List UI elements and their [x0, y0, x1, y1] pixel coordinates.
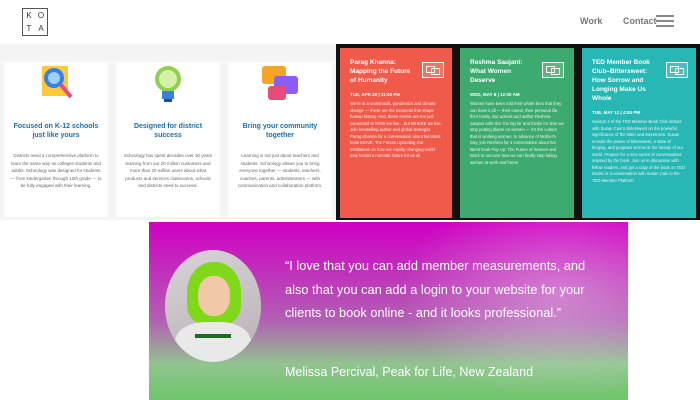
testimonial-avatar: [165, 250, 261, 362]
logo-letter-a: A: [38, 23, 44, 33]
logo-letter-t: T: [26, 23, 32, 33]
testimonial-author: Melissa Percival, Peak for Life, New Zea…: [285, 365, 534, 379]
logo-letter-o: O: [37, 10, 45, 20]
event-card-khanna[interactable]: Parag Khanna: Mapping the Future of Huma…: [340, 48, 452, 218]
page: K O T A Work Contact Focused on K-12 sch…: [0, 0, 700, 400]
event-body: Women have been told their whole lives t…: [470, 101, 564, 165]
event-card-saujani[interactable]: Reshma Saujani: What Women Deserve WED, …: [460, 48, 574, 218]
event-date: WED, MAY 6 | 12:00 AM: [470, 92, 520, 97]
event-body: Season 2 of the TED Member Book Club deb…: [592, 119, 686, 183]
group-video-icon: [666, 62, 688, 78]
feature-title: Focused on K-12 schools just like yours: [13, 123, 99, 139]
feature-card-k12: Focused on K-12 schools just like yours …: [4, 62, 108, 217]
video-chat-icon: [542, 62, 564, 78]
feature-card-district: Designed for district success Schoology …: [116, 62, 220, 217]
nav-contact-link[interactable]: Contact: [623, 16, 657, 26]
feature-body: Districts need a comprehensive platform …: [10, 153, 102, 188]
site-header: K O T A Work Contact: [0, 0, 700, 44]
lightbulb-icon: [155, 66, 181, 102]
video-chat-icon: [422, 62, 444, 78]
event-title: Reshma Saujani: What Women Deserve: [470, 59, 523, 84]
event-body: We're at a crossroads, pandemics and cli…: [350, 101, 442, 158]
nav-work-link[interactable]: Work: [580, 16, 602, 26]
event-date: TUE, MAY 12 | 4:00 PM: [592, 110, 641, 115]
speech-bubbles-icon: [262, 66, 298, 100]
kota-logo[interactable]: K O T A: [22, 8, 48, 36]
feature-card-community: Bring your community together Learning i…: [228, 62, 332, 217]
event-card-book-club[interactable]: TED Member Book Club–Bittersweet: How So…: [582, 48, 696, 218]
testimonial-banner: “I love that you can add member measurem…: [149, 222, 628, 400]
event-date: TUE, APR 28 | 11:00 PM: [350, 92, 401, 97]
logo-letter-k: K: [26, 10, 32, 20]
event-cards: Parag Khanna: Mapping the Future of Huma…: [336, 44, 700, 220]
event-title: TED Member Book Club–Bittersweet: How So…: [592, 59, 650, 102]
magnifier-icon: [42, 66, 73, 99]
hamburger-menu-icon[interactable]: [656, 15, 674, 28]
testimonial-quote: “I love that you can add member measurem…: [285, 258, 586, 320]
feature-body: Learning is not just about teachers and …: [237, 153, 323, 188]
feature-cards: Focused on K-12 schools just like yours …: [0, 44, 336, 220]
feature-body: Schoology has spent decades over 30 year…: [123, 153, 213, 188]
feature-title: Bring your community together: [242, 123, 318, 139]
event-title: Parag Khanna: Mapping the Future of Huma…: [350, 59, 411, 84]
feature-title: Designed for district success: [133, 123, 203, 139]
